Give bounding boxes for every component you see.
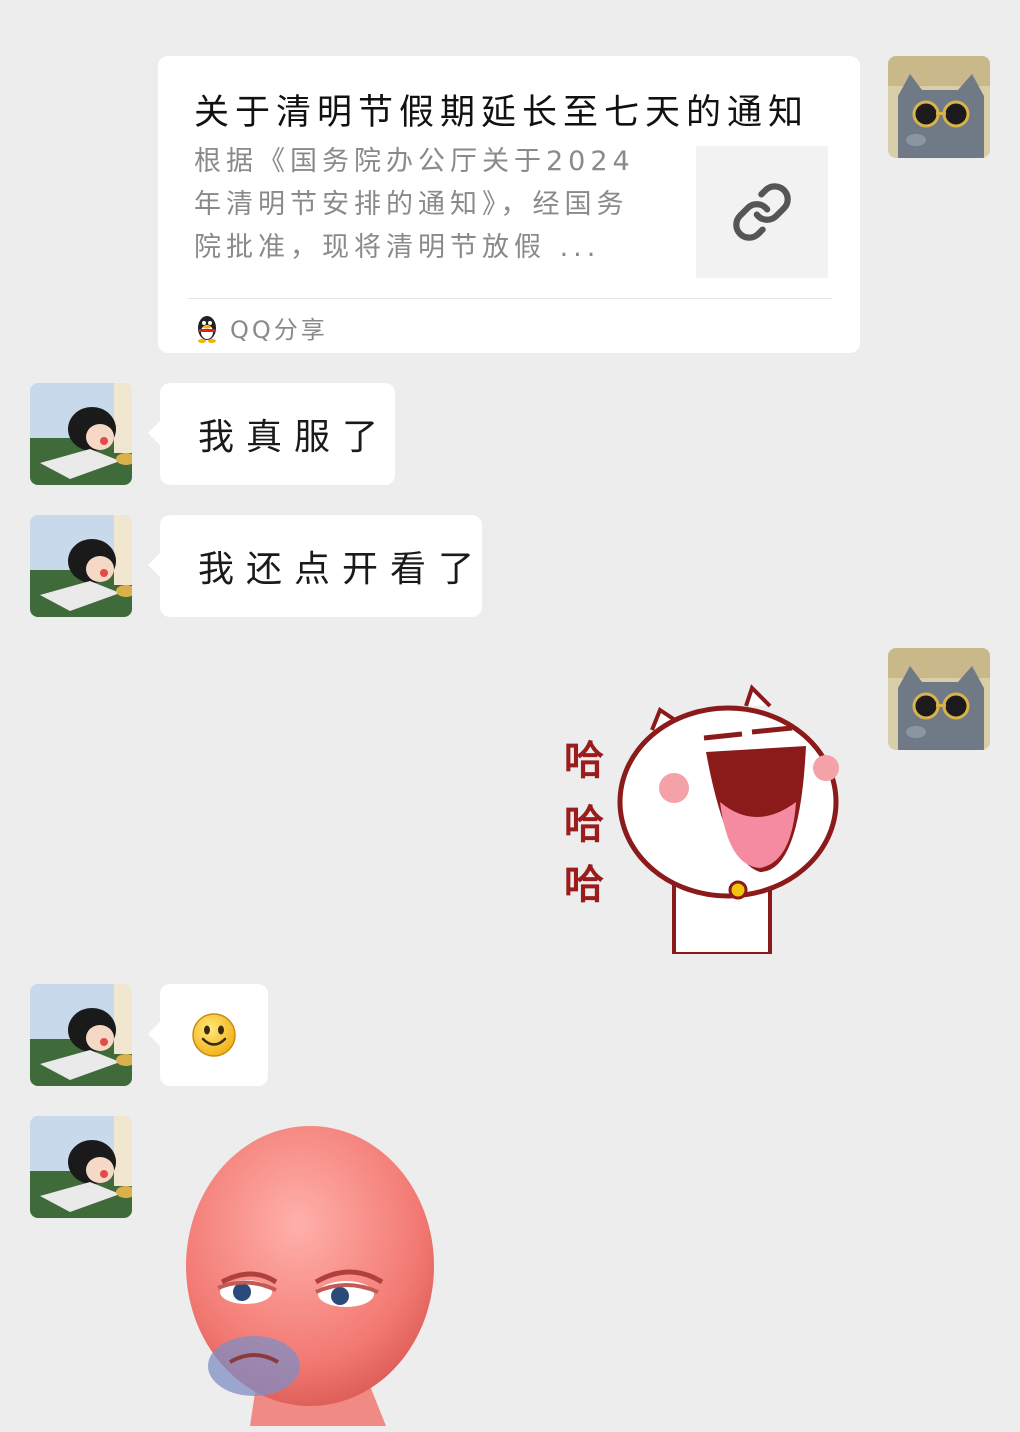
friend-avatar[interactable] [30,383,132,485]
message-text: 我还点开看了 [198,549,487,590]
friend-message-bubble[interactable]: 我还点开看了 [148,515,482,617]
sticker-caption: 哈 [564,862,604,908]
friend-message-bubble[interactable]: 我真服了 [148,383,395,485]
friend-avatar[interactable] [30,1116,132,1218]
link-card-description: 根据《国务院办公厅关于2024年清明节安排的通知》，经国务院批准，现将清明节放假… [194,146,635,263]
message-text: 我真服了 [198,417,391,458]
link-icon [733,183,791,241]
sticker-caption: 哈 [564,738,604,784]
smile-emoji-icon [192,1013,236,1057]
my-avatar[interactable] [888,56,990,158]
link-card-source: QQ分享 [194,310,328,345]
my-avatar[interactable] [888,648,990,750]
link-card-message[interactable]: 关于清明节假期延长至七天的通知 根据《国务院办公厅关于2024年清明节安排的通知… [158,56,860,353]
friend-emoji-bubble[interactable] [148,984,268,1086]
pink-grumpy-face-sticker[interactable] [160,1116,440,1426]
link-card-divider [188,298,832,299]
laughing-cat-sticker[interactable]: 哈 哈 哈 [556,682,856,956]
friend-avatar[interactable] [30,984,132,1086]
qq-penguin-icon [198,315,216,343]
link-card-thumbnail [696,146,828,278]
friend-avatar[interactable] [30,515,132,617]
link-card-source-label: QQ分享 [230,316,328,344]
link-card-title: 关于清明节假期延长至七天的通知 [194,93,810,133]
sticker-caption: 哈 [564,802,604,848]
